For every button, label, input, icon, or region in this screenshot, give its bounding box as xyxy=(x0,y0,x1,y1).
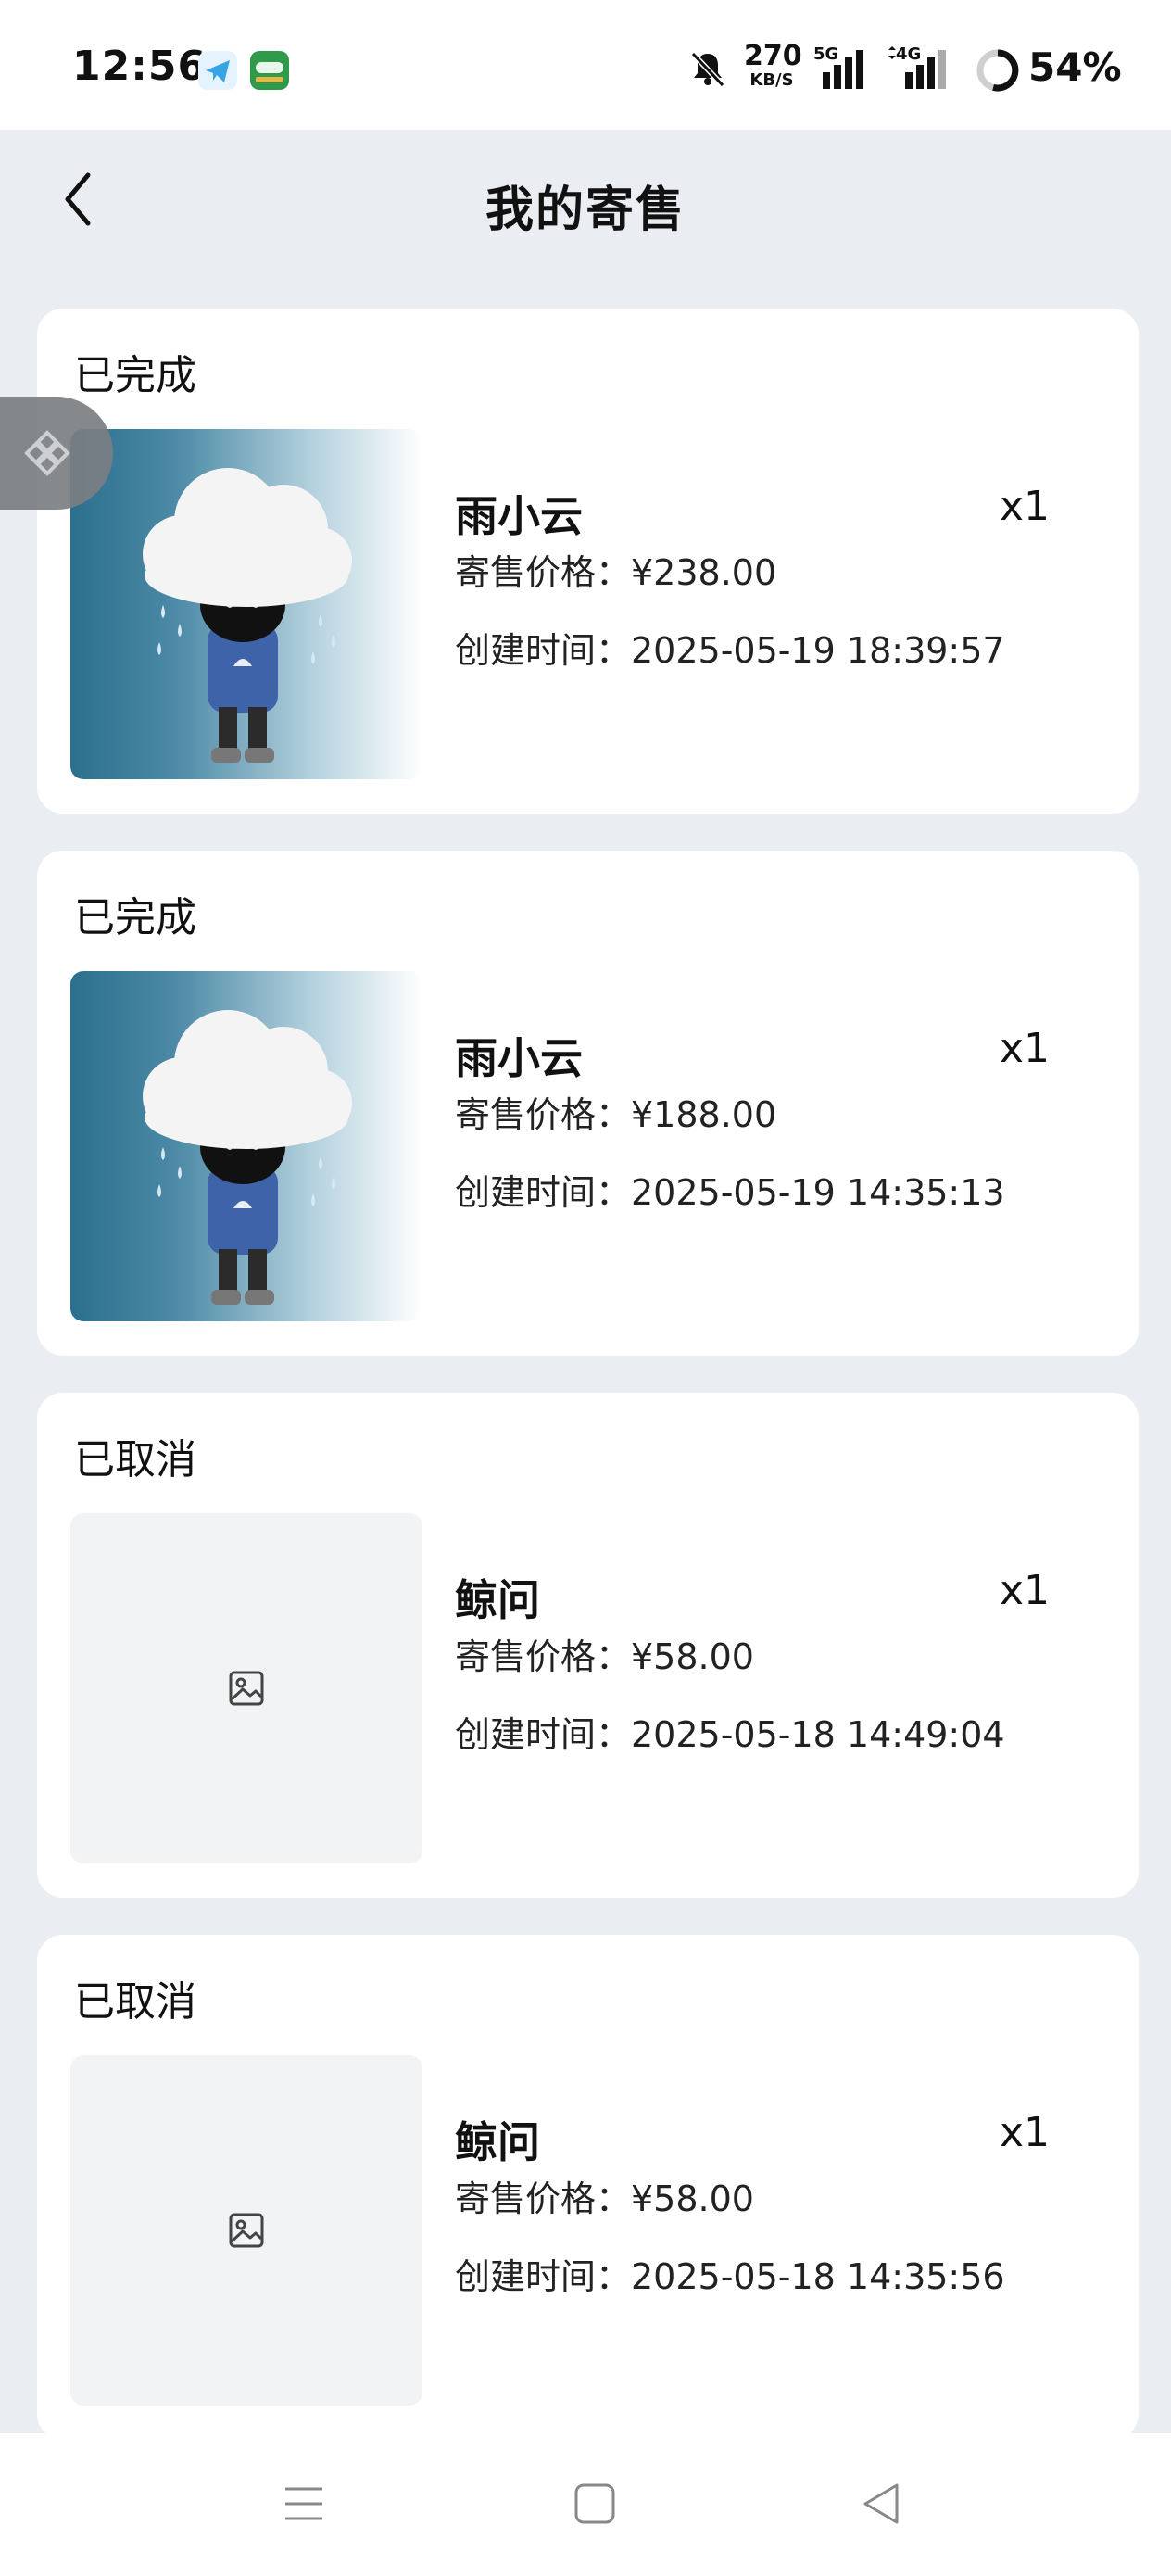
oppo-app-icon xyxy=(250,51,289,90)
created-time: 创建时间：2025-05-18 14:49:04 xyxy=(455,1714,1005,1755)
floating-assistant-button[interactable] xyxy=(0,397,113,510)
image-placeholder-icon xyxy=(229,1671,264,1706)
telegram-app-icon xyxy=(198,51,237,90)
system-nav-bar xyxy=(0,2433,1171,2576)
consign-price: 寄售价格：¥238.00 xyxy=(455,552,777,593)
order-card[interactable]: 已完成 xyxy=(37,309,1139,814)
created-time: 创建时间：2025-05-19 18:39:57 xyxy=(455,630,1005,671)
product-name: 鲸问 xyxy=(455,2117,540,2167)
battery-percent: 54% xyxy=(1028,44,1122,90)
product-quantity: x1 xyxy=(999,1025,1050,1072)
order-card[interactable]: 已完成 xyxy=(37,851,1139,1356)
status-bar: 12:56 270 KB/S 5G 4G 54% xyxy=(0,0,1171,130)
product-image xyxy=(70,971,422,1321)
product-name: 雨小云 xyxy=(455,1033,583,1083)
battery-ring-icon xyxy=(975,47,1021,97)
consign-price: 寄售价格：¥58.00 xyxy=(455,2178,754,2219)
product-name: 雨小云 xyxy=(455,491,583,541)
nav-header: 我的寄售 xyxy=(0,130,1171,269)
product-name: 鲸问 xyxy=(455,1575,540,1625)
consign-price: 寄售价格：¥188.00 xyxy=(455,1094,777,1135)
product-image-placeholder xyxy=(70,1513,422,1863)
status-time: 12:56 xyxy=(72,43,208,90)
image-placeholder-icon xyxy=(229,2213,264,2248)
order-card[interactable]: 已取消 鲸问 x1 寄售价格：¥58.00 创建时间：2025-05-18 14… xyxy=(37,1935,1139,2440)
home-square-icon[interactable] xyxy=(573,2481,617,2530)
order-card[interactable]: 已取消 鲸问 x1 寄售价格：¥58.00 创建时间：2025-05-18 14… xyxy=(37,1393,1139,1898)
signal-4g-icon: 4G xyxy=(885,46,957,93)
consign-price: 寄售价格：¥58.00 xyxy=(455,1636,754,1677)
created-time: 创建时间：2025-05-19 14:35:13 xyxy=(455,1172,1005,1213)
diamond-logo-icon xyxy=(24,430,70,476)
cloud-character-illustration xyxy=(143,468,352,763)
order-status: 已完成 xyxy=(74,352,196,399)
network-speed-value: 270 xyxy=(744,40,802,72)
product-image xyxy=(70,429,422,779)
signal-5g-icon: 5G xyxy=(813,46,869,93)
mute-bell-icon xyxy=(687,48,728,93)
menu-icon[interactable] xyxy=(282,2481,326,2530)
page-title: 我的寄售 xyxy=(485,183,686,238)
product-quantity: x1 xyxy=(999,1567,1050,1614)
order-status: 已取消 xyxy=(74,1978,196,2026)
cloud-character-illustration xyxy=(143,1010,352,1305)
product-quantity: x1 xyxy=(999,2109,1050,2156)
order-status: 已取消 xyxy=(74,1436,196,1484)
product-image-placeholder xyxy=(70,2055,422,2406)
order-status: 已完成 xyxy=(74,894,196,941)
created-time: 创建时间：2025-05-18 14:35:56 xyxy=(455,2256,1005,2297)
signal-4g-label: 4G xyxy=(896,44,922,64)
product-quantity: x1 xyxy=(999,483,1050,530)
network-speed: 270 KB/S xyxy=(744,40,802,90)
back-triangle-icon[interactable] xyxy=(860,2481,904,2530)
signal-5g-label: 5G xyxy=(813,44,839,64)
network-speed-unit: KB/S xyxy=(749,70,794,90)
